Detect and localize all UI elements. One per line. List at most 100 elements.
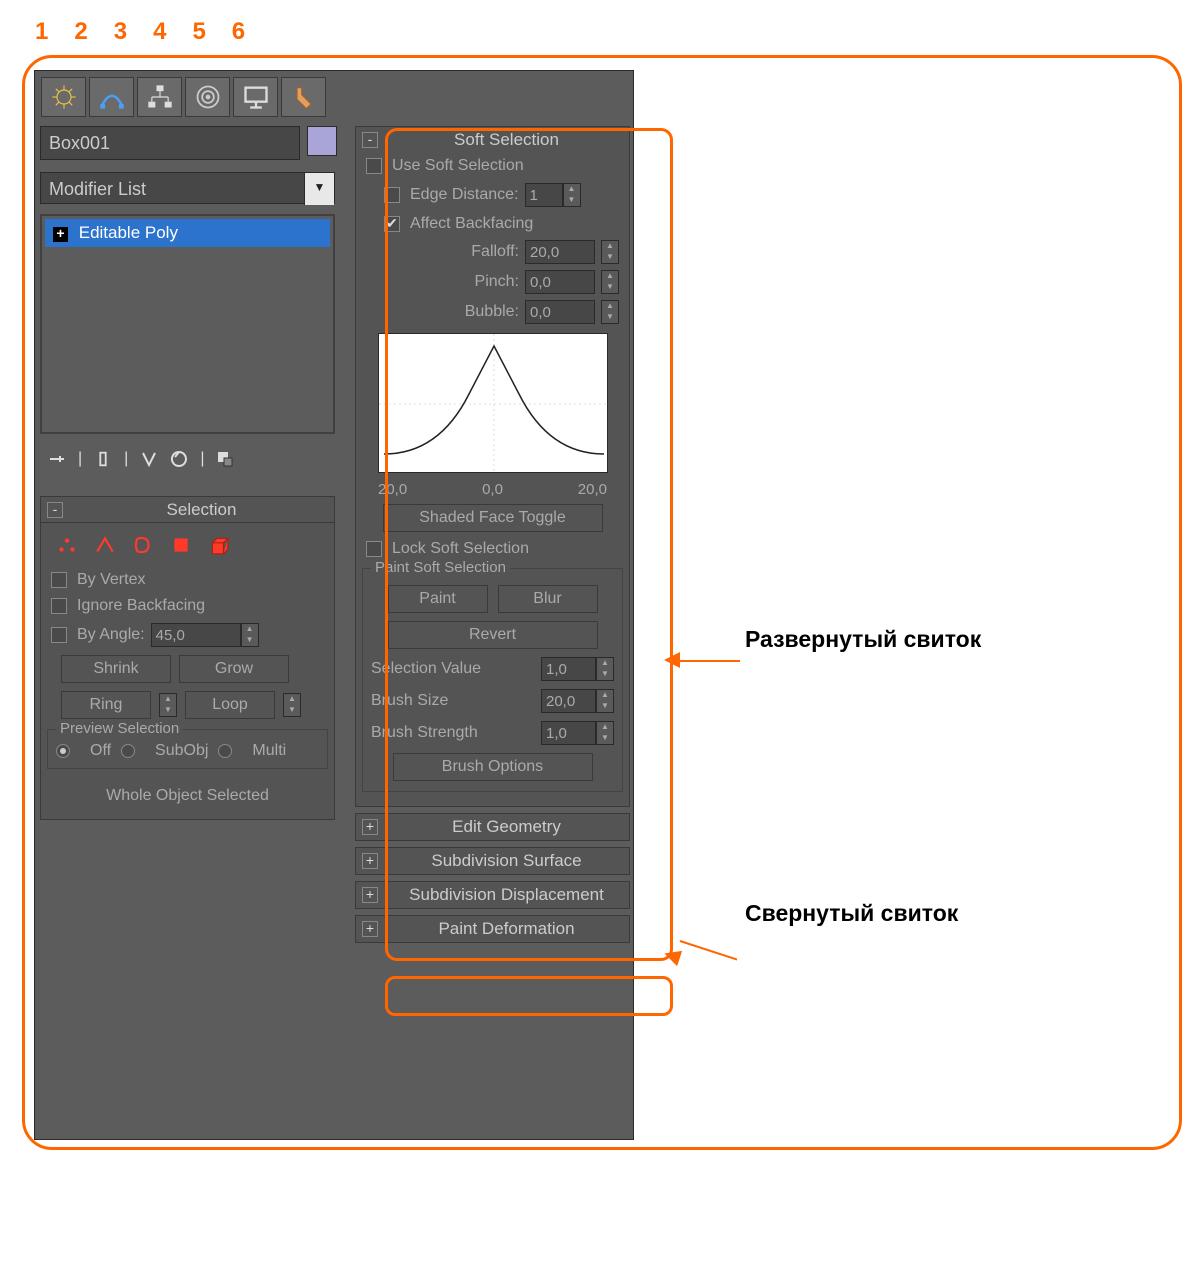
num-5: 5 bbox=[192, 18, 205, 46]
brush-size-input[interactable] bbox=[541, 689, 596, 713]
bubble-spinner[interactable]: ▲▼ bbox=[601, 300, 619, 324]
brush-options-button[interactable]: Brush Options bbox=[393, 753, 593, 781]
hierarchy-tab-icon[interactable] bbox=[137, 77, 182, 117]
utilities-tab-icon[interactable] bbox=[281, 77, 326, 117]
blur-button[interactable]: Blur bbox=[498, 585, 598, 613]
chevron-down-icon[interactable]: ▼ bbox=[304, 173, 334, 205]
by-vertex-checkbox[interactable] bbox=[51, 572, 67, 588]
selection-value-input[interactable] bbox=[541, 657, 596, 681]
lock-soft-selection-label: Lock Soft Selection bbox=[392, 540, 529, 558]
selection-value-label: Selection Value bbox=[371, 660, 481, 678]
bubble-label: Bubble: bbox=[465, 303, 519, 321]
border-level-icon[interactable] bbox=[131, 533, 155, 557]
modifier-list-dropdown[interactable]: Modifier List ▼ bbox=[40, 172, 335, 204]
polygon-level-icon[interactable] bbox=[169, 533, 193, 557]
subobject-level-icons bbox=[41, 523, 334, 567]
selection-rollout: - Selection By Vertex Ignore Backfacing … bbox=[40, 496, 335, 820]
paint-button[interactable]: Paint bbox=[388, 585, 488, 613]
subdivision-displacement-title: Subdivision Displacement bbox=[384, 885, 629, 905]
arrow-head-1 bbox=[664, 652, 680, 668]
num-6: 6 bbox=[232, 18, 245, 46]
edge-distance-input[interactable] bbox=[525, 183, 563, 207]
brush-strength-spinner[interactable]: ▲▼ bbox=[596, 721, 614, 745]
by-angle-input[interactable] bbox=[151, 623, 241, 647]
remove-modifier-icon[interactable] bbox=[168, 448, 190, 470]
create-tab-icon[interactable] bbox=[41, 77, 86, 117]
rollout-expand-icon[interactable]: + bbox=[362, 887, 378, 903]
edge-distance-spinner[interactable]: ▲▼ bbox=[563, 183, 581, 207]
subdivision-displacement-rollout[interactable]: + Subdivision Displacement bbox=[355, 881, 630, 909]
falloff-input[interactable] bbox=[525, 240, 595, 264]
loop-spinner[interactable]: ▲▼ bbox=[283, 693, 301, 717]
pinch-spinner[interactable]: ▲▼ bbox=[601, 270, 619, 294]
ring-button[interactable]: Ring bbox=[61, 691, 151, 719]
lock-soft-selection-checkbox[interactable] bbox=[366, 541, 382, 557]
affect-backfacing-checkbox[interactable] bbox=[384, 216, 400, 232]
edit-geometry-rollout[interactable]: +Edit Geometry bbox=[355, 813, 630, 841]
rollout-expand-icon[interactable]: + bbox=[362, 853, 378, 869]
preview-off-radio[interactable] bbox=[56, 744, 70, 758]
paint-soft-selection-group: Paint Soft Selection Paint Blur Revert S… bbox=[362, 568, 623, 792]
subdivision-surface-rollout[interactable]: + Subdivision Surface bbox=[355, 847, 630, 875]
pinch-label: Pinch: bbox=[475, 273, 519, 291]
subdivision-surface-title: Subdivision Surface bbox=[384, 851, 629, 871]
object-color-swatch[interactable] bbox=[307, 126, 337, 156]
soft-selection-header[interactable]: - Soft Selection bbox=[356, 127, 629, 153]
preview-subobj-radio[interactable] bbox=[121, 744, 135, 758]
brush-size-spinner[interactable]: ▲▼ bbox=[596, 689, 614, 713]
arrow-line-1 bbox=[680, 660, 740, 662]
by-angle-label: By Angle: bbox=[77, 626, 145, 644]
ignore-backfacing-checkbox[interactable] bbox=[51, 598, 67, 614]
object-name-input[interactable] bbox=[40, 126, 300, 160]
edge-level-icon[interactable] bbox=[93, 533, 117, 557]
configure-sets-icon[interactable] bbox=[214, 448, 236, 470]
left-column: Modifier List ▼ + Editable Poly | | bbox=[40, 126, 340, 820]
by-angle-checkbox[interactable] bbox=[51, 627, 67, 643]
preview-selection-group: Preview Selection Off SubObj Multi bbox=[47, 729, 328, 769]
paint-deformation-rollout[interactable]: + Paint Deformation bbox=[355, 915, 630, 943]
selection-value-spinner[interactable]: ▲▼ bbox=[596, 657, 614, 681]
soft-selection-rollout: - Soft Selection Use Soft Selection Edge… bbox=[355, 126, 630, 807]
shrink-button[interactable]: Shrink bbox=[61, 655, 171, 683]
rollout-expand-icon[interactable]: + bbox=[362, 819, 378, 835]
expand-stack-icon[interactable]: + bbox=[53, 227, 68, 242]
bubble-input[interactable] bbox=[525, 300, 595, 324]
use-soft-selection-checkbox[interactable] bbox=[366, 158, 382, 174]
soft-selection-title: Soft Selection bbox=[384, 130, 629, 150]
by-angle-spinner[interactable]: ▲▼ bbox=[241, 623, 259, 647]
preview-selection-title: Preview Selection bbox=[56, 720, 183, 737]
rollout-toggle-icon[interactable]: - bbox=[47, 502, 63, 518]
revert-button[interactable]: Revert bbox=[388, 621, 598, 649]
rollout-toggle-icon[interactable]: - bbox=[362, 132, 378, 148]
pin-stack-icon[interactable] bbox=[46, 448, 68, 470]
modifier-stack[interactable]: + Editable Poly bbox=[40, 214, 335, 434]
shaded-face-toggle-button[interactable]: Shaded Face Toggle bbox=[383, 504, 603, 532]
expanded-rollout-callout: Развернутый свиток bbox=[745, 626, 981, 653]
brush-strength-input[interactable] bbox=[541, 721, 596, 745]
ring-spinner[interactable]: ▲▼ bbox=[159, 693, 177, 717]
display-tab-icon[interactable] bbox=[233, 77, 278, 117]
num-4: 4 bbox=[153, 18, 166, 46]
preview-multi-radio[interactable] bbox=[218, 744, 232, 758]
modify-tab-icon[interactable] bbox=[89, 77, 134, 117]
affect-backfacing-label: Affect Backfacing bbox=[410, 215, 533, 233]
stack-item-editable-poly[interactable]: + Editable Poly bbox=[45, 219, 330, 247]
show-end-result-icon[interactable] bbox=[92, 448, 114, 470]
rollout-expand-icon[interactable]: + bbox=[362, 921, 378, 937]
selection-rollout-header[interactable]: - Selection bbox=[41, 497, 334, 523]
edge-distance-label: Edge Distance: bbox=[410, 186, 519, 204]
element-level-icon[interactable] bbox=[207, 533, 231, 557]
graph-axis-labels: 20,0 0,0 20,0 bbox=[356, 479, 629, 500]
falloff-spinner[interactable]: ▲▼ bbox=[601, 240, 619, 264]
motion-tab-icon[interactable] bbox=[185, 77, 230, 117]
pinch-input[interactable] bbox=[525, 270, 595, 294]
grow-button[interactable]: Grow bbox=[179, 655, 289, 683]
collapsed-rollout-highlight bbox=[385, 976, 673, 1016]
loop-button[interactable]: Loop bbox=[185, 691, 275, 719]
falloff-label: Falloff: bbox=[471, 243, 519, 261]
edge-distance-checkbox[interactable] bbox=[384, 187, 400, 203]
vertex-level-icon[interactable] bbox=[55, 533, 79, 557]
make-unique-icon[interactable] bbox=[138, 448, 160, 470]
selection-status-text: Whole Object Selected bbox=[41, 775, 334, 811]
paint-deformation-title: Paint Deformation bbox=[384, 919, 629, 939]
